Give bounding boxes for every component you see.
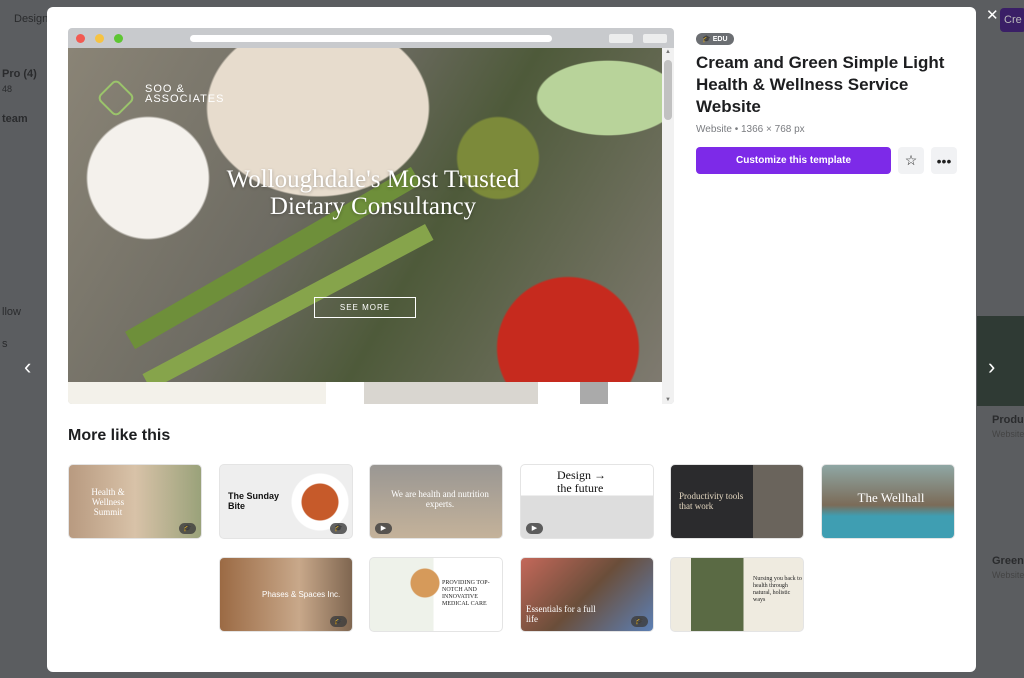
edu-badge-icon: 🎓 <box>330 523 347 534</box>
template-thumbnail[interactable]: Design → the future ▶ <box>520 464 654 539</box>
template-thumbnail[interactable]: Health & Wellness Summit 🎓 <box>68 464 202 539</box>
edu-badge: 🎓 EDU <box>696 33 734 45</box>
yellow-dot-icon <box>95 34 104 43</box>
section-title: More like this <box>68 427 171 444</box>
brand-logo-icon <box>96 78 136 118</box>
hero-image: SOO & ASSOCIATES Wolloughdale's Most Trus… <box>68 48 662 391</box>
next-section-preview <box>68 382 662 404</box>
customize-template-button[interactable]: Customize this template <box>696 147 891 174</box>
brand-name: SOO & ASSOCIATES <box>145 83 225 105</box>
bg-design-tab: Design <box>14 13 49 25</box>
template-thumbnail[interactable]: Essentials for a full life 🎓 <box>520 557 654 632</box>
template-details: 🎓 EDU Cream and Green Simple Light Health… <box>696 28 966 174</box>
template-title: Cream and Green Simple Light Health & We… <box>696 53 945 116</box>
url-bar <box>190 35 552 42</box>
green-dot-icon <box>114 34 123 43</box>
toolbar-button <box>609 34 633 43</box>
template-preview: SOO & ASSOCIATES Wolloughdale's Most Trus… <box>68 28 674 404</box>
next-arrow-icon[interactable]: › <box>988 354 995 380</box>
template-thumbnail[interactable]: We are health and nutrition experts. ▶ <box>369 464 503 539</box>
red-dot-icon <box>76 34 85 43</box>
bg-card-meta-2: Website <box>992 570 1024 580</box>
bg-card-title-2: Green <box>992 555 1024 567</box>
preview-scrollbar[interactable]: ▲ ▼ <box>662 48 674 404</box>
edu-badge-icon: 🎓 <box>179 523 196 534</box>
template-modal: SOO & ASSOCIATES Wolloughdale's Most Trus… <box>47 7 976 672</box>
template-thumbnail[interactable]: PROVIDING TOP-NOTCH AND INNOVATIVE MEDIC… <box>369 557 503 632</box>
see-more-button: SEE MORE <box>314 297 416 318</box>
more-icon[interactable]: ••• <box>931 147 957 174</box>
template-thumbnail[interactable]: The Sunday Bite 🎓 <box>219 464 353 539</box>
template-thumbnail[interactable]: The Wellhall <box>821 464 955 539</box>
previous-arrow-icon[interactable]: ‹ <box>24 354 31 380</box>
bg-create-button: Cre <box>1000 8 1024 32</box>
bg-s: s <box>2 338 8 350</box>
template-thumbnail[interactable]: Nursing you back to health through natur… <box>670 557 804 632</box>
bg-card-meta: Website <box>992 429 1024 439</box>
template-thumbnail[interactable]: Phases & Spaces Inc. 🎓 <box>219 557 353 632</box>
template-meta: Website • 1366 × 768 px <box>696 124 805 135</box>
bg-follow: llow <box>2 306 21 318</box>
hero-headline: Wolloughdale's Most Trusted Dietary Cons… <box>226 166 520 220</box>
bg-count: 48 <box>2 84 13 94</box>
play-icon: ▶ <box>526 523 543 534</box>
bg-card-title: Produc <box>992 414 1024 426</box>
toolbar-button <box>643 34 667 43</box>
star-icon[interactable]: ☆ <box>898 147 924 174</box>
template-thumbnail[interactable]: Productivity tools that work <box>670 464 804 539</box>
edu-badge-icon: 🎓 <box>330 616 347 627</box>
edu-badge-icon: 🎓 <box>631 616 648 627</box>
bg-team: team <box>2 113 28 125</box>
bg-pro-label: Pro (4) <box>2 68 37 80</box>
graduation-cap-icon: 🎓 <box>702 36 711 43</box>
bg-card-image <box>977 316 1024 406</box>
close-icon[interactable]: ✕ <box>986 6 999 24</box>
play-icon: ▶ <box>375 523 392 534</box>
